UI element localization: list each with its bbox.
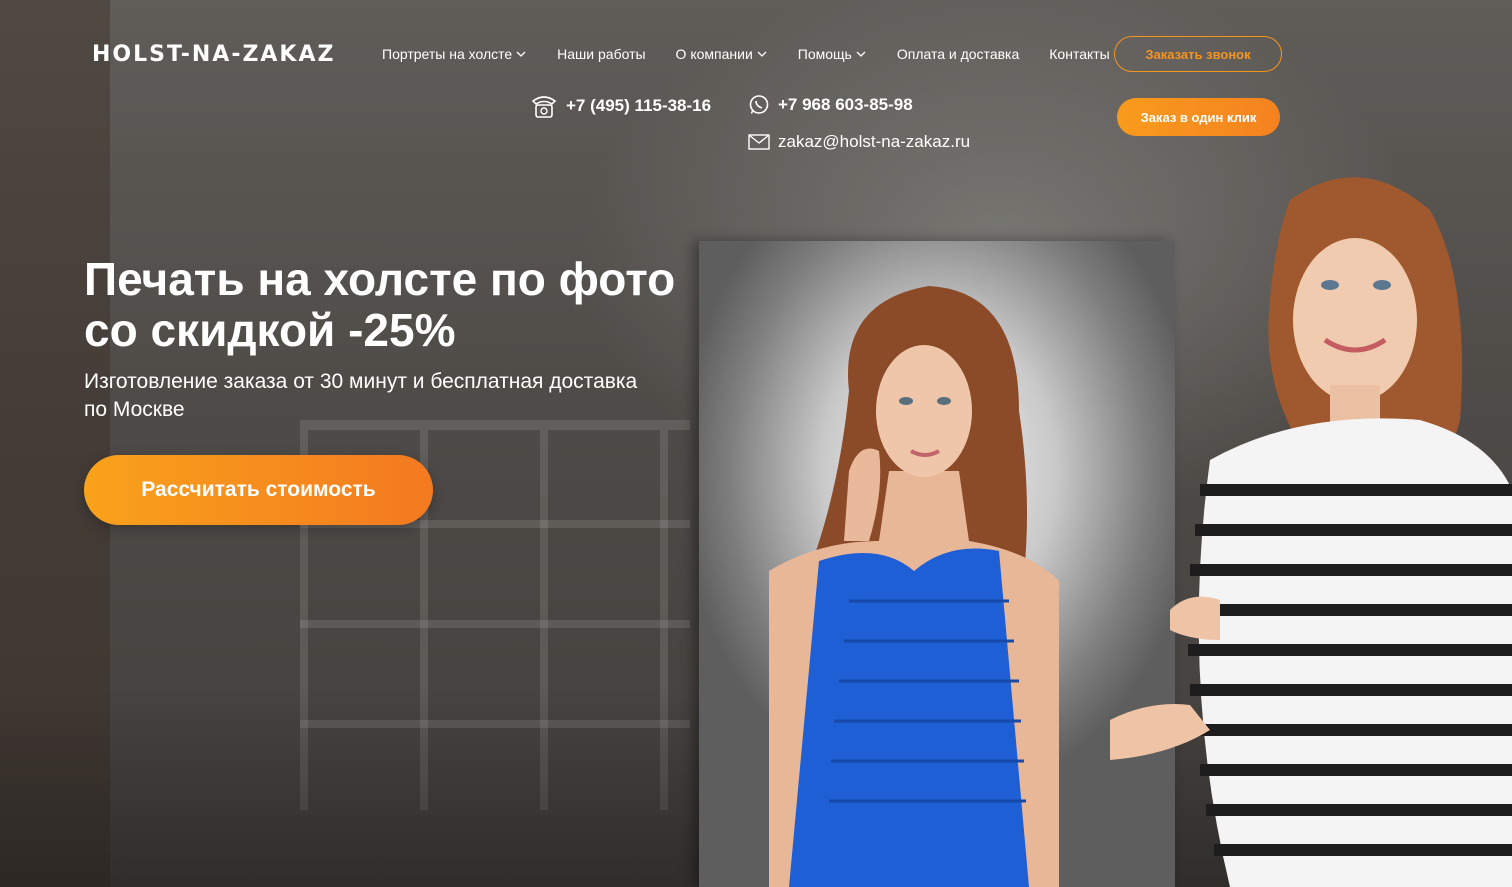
phone-main[interactable]: +7 (495) 115-38-16 — [530, 92, 711, 120]
chevron-down-icon — [856, 51, 866, 57]
main-nav: Портреты на холсте Наши работы О компани… — [382, 46, 1110, 62]
nav-item-contacts[interactable]: Контакты — [1049, 46, 1109, 62]
nav-item-label: Помощь — [797, 46, 852, 62]
nav-item-label: Контакты — [1049, 46, 1110, 62]
nav-item-payment-delivery[interactable]: Оплата и доставка — [897, 46, 1019, 62]
chevron-down-icon — [757, 51, 767, 57]
model-photo — [1110, 160, 1512, 887]
chevron-down-icon — [516, 51, 526, 57]
nav-item-about[interactable]: О компании — [676, 46, 768, 62]
canvas-portrait-image — [699, 241, 1175, 887]
model-illustration — [1110, 177, 1512, 887]
hero-headline: Печать на холсте по фото со скидкой -25% — [84, 253, 676, 356]
telephone-icon — [531, 96, 557, 118]
nav-item-label: Наши работы — [557, 46, 646, 62]
portrait-illustration — [769, 286, 1059, 887]
hero-subtitle: Изготовление заказа от 30 минут и беспла… — [84, 370, 638, 421]
whatsapp-icon — [749, 95, 769, 114]
nav-item-portraits[interactable]: Портреты на холсте — [382, 46, 527, 62]
phone-whatsapp[interactable]: +7 968 603-85-98 — [748, 94, 913, 116]
envelope-icon — [748, 134, 770, 150]
nav-item-help[interactable]: Помощь — [798, 46, 867, 62]
phone-whatsapp-number: +7 968 603-85-98 — [778, 95, 913, 114]
order-callback-button[interactable]: Заказать звонок — [1114, 36, 1282, 72]
nav-item-label: О компании — [675, 46, 753, 62]
nav-item-label: Оплата и доставка — [896, 46, 1020, 62]
one-click-order-button[interactable]: Заказ в один клик — [1117, 98, 1280, 136]
nav-item-label: Портреты на холсте — [382, 46, 513, 62]
site-logo[interactable]: HOLST-NA-ZAKAZ — [92, 42, 335, 67]
email-address: zakaz@holst-na-zakaz.ru — [778, 132, 971, 151]
phone-main-number: +7 (495) 115-38-16 — [566, 96, 712, 115]
email-link[interactable]: zakaz@holst-na-zakaz.ru — [748, 132, 970, 152]
calculate-price-button[interactable]: Рассчитать стоимость — [84, 455, 433, 525]
nav-item-our-works[interactable]: Наши работы — [557, 46, 645, 62]
